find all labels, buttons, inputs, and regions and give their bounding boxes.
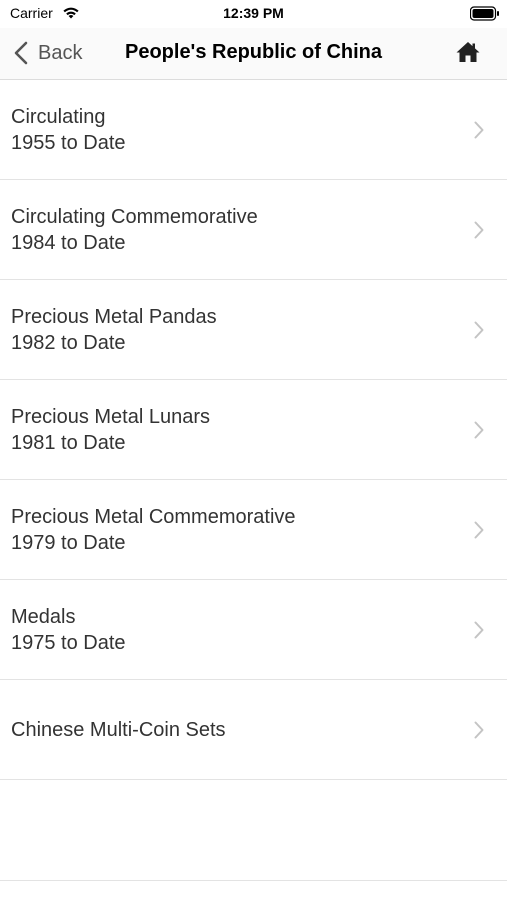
list-item-text: Precious Metal Commemorative 1979 to Dat… [11,504,296,556]
list-item-title: Circulating Commemorative [11,205,258,228]
list-item-subtitle: 1975 to Date [11,631,126,654]
list-item[interactable]: Medals 1975 to Date [0,580,507,680]
list-item-subtitle: 1981 to Date [11,431,126,454]
list-item-title: Precious Metal Lunars [11,405,210,428]
list-item-title: Circulating [11,105,106,128]
status-bar: Carrier 12:39 PM [0,0,507,28]
chevron-right-icon [474,121,484,138]
home-icon[interactable] [455,40,481,64]
chevron-right-icon [474,521,484,538]
list-item[interactable]: Precious Metal Commemorative 1979 to Dat… [0,480,507,580]
list-item-text: Circulating 1955 to Date [11,104,126,156]
list-item-subtitle: 1955 to Date [11,131,126,154]
list-item-title: Precious Metal Commemorative [11,505,296,528]
list-item[interactable]: Precious Metal Lunars 1981 to Date [0,380,507,480]
list-item-text: Chinese Multi-Coin Sets [11,717,226,743]
list-item-subtitle: 1984 to Date [11,231,126,254]
list-item-text: Medals 1975 to Date [11,604,126,656]
chevron-right-icon [474,321,484,338]
list-item-title: Chinese Multi-Coin Sets [11,718,226,741]
list-item-title: Medals [11,605,76,628]
list-item-subtitle: 1982 to Date [11,331,126,354]
list-item-subtitle: 1979 to Date [11,531,126,554]
clock: 12:39 PM [223,5,284,21]
battery-icon [470,6,499,21]
list-item[interactable]: Circulating 1955 to Date [0,80,507,180]
list-item[interactable]: Chinese Multi-Coin Sets [0,680,507,780]
navigation-bar: Back People's Republic of China [0,28,507,80]
list-item-text: Precious Metal Lunars 1981 to Date [11,404,210,456]
chevron-right-icon [474,421,484,438]
list-item-text: Circulating Commemorative 1984 to Date [11,204,258,256]
list-item-title: Precious Metal Pandas [11,305,217,328]
page-title: People's Republic of China [124,41,382,63]
category-list: Circulating 1955 to Date Circulating Com… [0,80,507,780]
divider [0,880,507,881]
list-item[interactable]: Precious Metal Pandas 1982 to Date [0,280,507,380]
chevron-right-icon [474,721,484,738]
chevron-right-icon [474,221,484,238]
chevron-right-icon [474,621,484,638]
list-item-text: Precious Metal Pandas 1982 to Date [11,304,217,356]
list-item[interactable]: Circulating Commemorative 1984 to Date [0,180,507,280]
